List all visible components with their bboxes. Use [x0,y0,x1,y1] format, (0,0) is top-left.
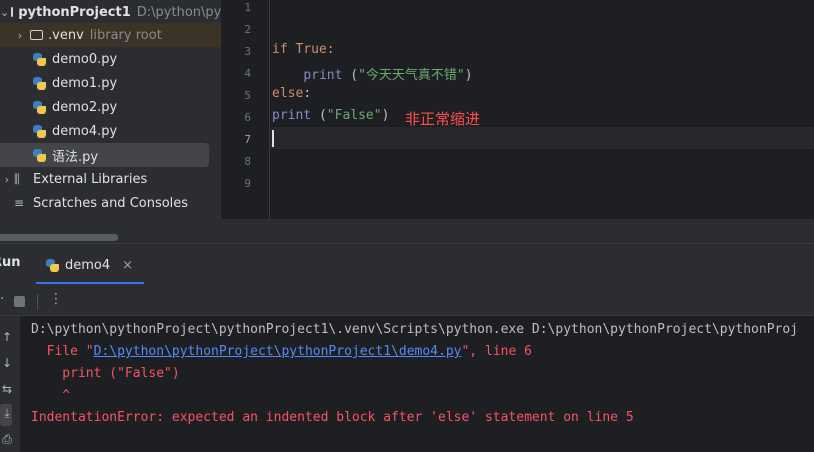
code-text: ( [342,68,359,83]
file-name: 语法.py [52,149,99,165]
code-text: True: [287,42,335,57]
close-icon[interactable]: × [122,258,133,273]
python-file-icon [33,76,46,90]
toolbar-separator [37,294,38,310]
file-link[interactable]: D:\python\pythonProject\pythonProject1\d… [94,344,462,359]
external-libraries-label: External Libraries [33,171,148,187]
print-icon[interactable]: ⎙ [0,432,14,447]
file-name: demo0.py [52,51,118,67]
line-number: 3 [244,45,251,58]
annotation-text: 非正常缩进 [405,110,481,128]
code-line-6[interactable]: print ("False") [272,108,389,123]
library-root-hint: library root [89,27,162,43]
chevron-right-icon[interactable]: › [0,173,14,186]
traceback-suffix: ", line 6 [461,344,532,359]
tree-item-file-selected[interactable]: 语法.py [0,143,209,167]
builtin-function: print [272,108,312,123]
traceback-prefix: File " [31,344,94,359]
code-text: ( [311,108,327,123]
tree-horizontal-scrollbar[interactable] [0,234,118,241]
tree-item-file[interactable]: demo2.py [0,95,221,119]
string-literal: "今天天气真不错" [358,68,465,83]
code-line-4[interactable]: print ("今天天气真不错") [272,64,473,83]
console-traceback-caret: ^ [31,388,71,403]
line-number-current: 7 [244,133,251,146]
python-file-icon [33,52,46,66]
run-title: Run [0,255,21,270]
library-icon: ⫼ [14,171,20,186]
tree-item-scratches[interactable]: ≡ Scratches and Consoles [0,191,221,215]
scratches-label: Scratches and Consoles [33,195,189,211]
keyword: if [272,42,288,57]
code-line-3[interactable]: if True: [272,42,335,57]
venv-name: .venv [48,27,84,43]
tree-item-file[interactable]: demo4.py [0,119,221,143]
run-toolbar [0,286,814,316]
project-root-name: pythonProject1 [18,4,131,20]
project-root-path: D:\python\pyt [136,4,221,20]
scratches-icon: ≡ [14,196,25,210]
python-file-icon [33,100,46,114]
active-tab-indicator [36,282,144,284]
arrow-up-icon[interactable]: ↑ [0,330,14,344]
chevron-right-icon[interactable]: › [13,29,27,42]
tree-item-external-libraries[interactable]: › ⫼ External Libraries [0,167,221,191]
text-caret [272,130,274,147]
tree-item-file[interactable]: demo0.py [0,47,221,71]
editor-footer [221,219,814,243]
more-options-icon[interactable]: ⋮ [49,291,63,307]
console-command-line: D:\python\pythonProject\pythonProject1\.… [31,322,799,337]
soft-wrap-icon[interactable]: ⇆ [0,382,14,396]
tree-item-project-root[interactable]: ⌄ pythonProject1 D:\python\pyt [0,0,221,24]
folder-icon [30,30,43,40]
line-number: 4 [244,67,251,80]
code-text: ) [464,68,473,83]
run-tab-label: demo4 [65,257,111,273]
python-file-icon [33,148,46,162]
line-number: 1 [244,1,251,14]
keyword: else [272,86,304,101]
line-number: 6 [244,111,251,124]
builtin-function: print [303,68,343,83]
tree-item-venv[interactable]: › .venv library root [0,23,221,47]
line-number: 2 [244,23,251,36]
console-traceback-file: File "D:\python\pythonProject\pythonProj… [31,344,532,359]
code-line-5[interactable]: else: [272,86,311,101]
file-name: demo2.py [52,99,118,115]
console-traceback-code: print ("False") [31,366,180,381]
file-name: demo1.py [52,75,118,91]
code-text: : [303,86,312,101]
code-text: ) [381,108,390,123]
line-number: 8 [244,155,251,168]
string-literal: "False" [326,108,382,123]
arrow-down-icon[interactable]: ↓ [0,356,14,370]
project-tree-panel: ⌄ pythonProject1 D:\python\pyt › .venv l… [0,0,221,243]
rerun-icon[interactable]: · [0,291,4,307]
file-name: demo4.py [52,123,118,139]
chevron-down-icon[interactable]: ⌄ [0,6,9,19]
tree-item-file[interactable]: demo1.py [0,71,221,95]
python-file-icon [46,258,59,272]
stop-icon[interactable] [14,296,25,307]
line-number: 5 [244,89,251,102]
scroll-to-end-icon[interactable]: ⤓ [0,406,14,421]
gutter-divider [269,0,270,219]
line-number: 9 [244,177,251,190]
folder-icon [11,7,14,17]
run-tab-demo4[interactable]: demo4 × [36,254,133,276]
python-file-icon [33,124,46,138]
current-line-highlight [270,127,814,149]
console-error-message: IndentationError: expected an indented b… [31,410,634,425]
